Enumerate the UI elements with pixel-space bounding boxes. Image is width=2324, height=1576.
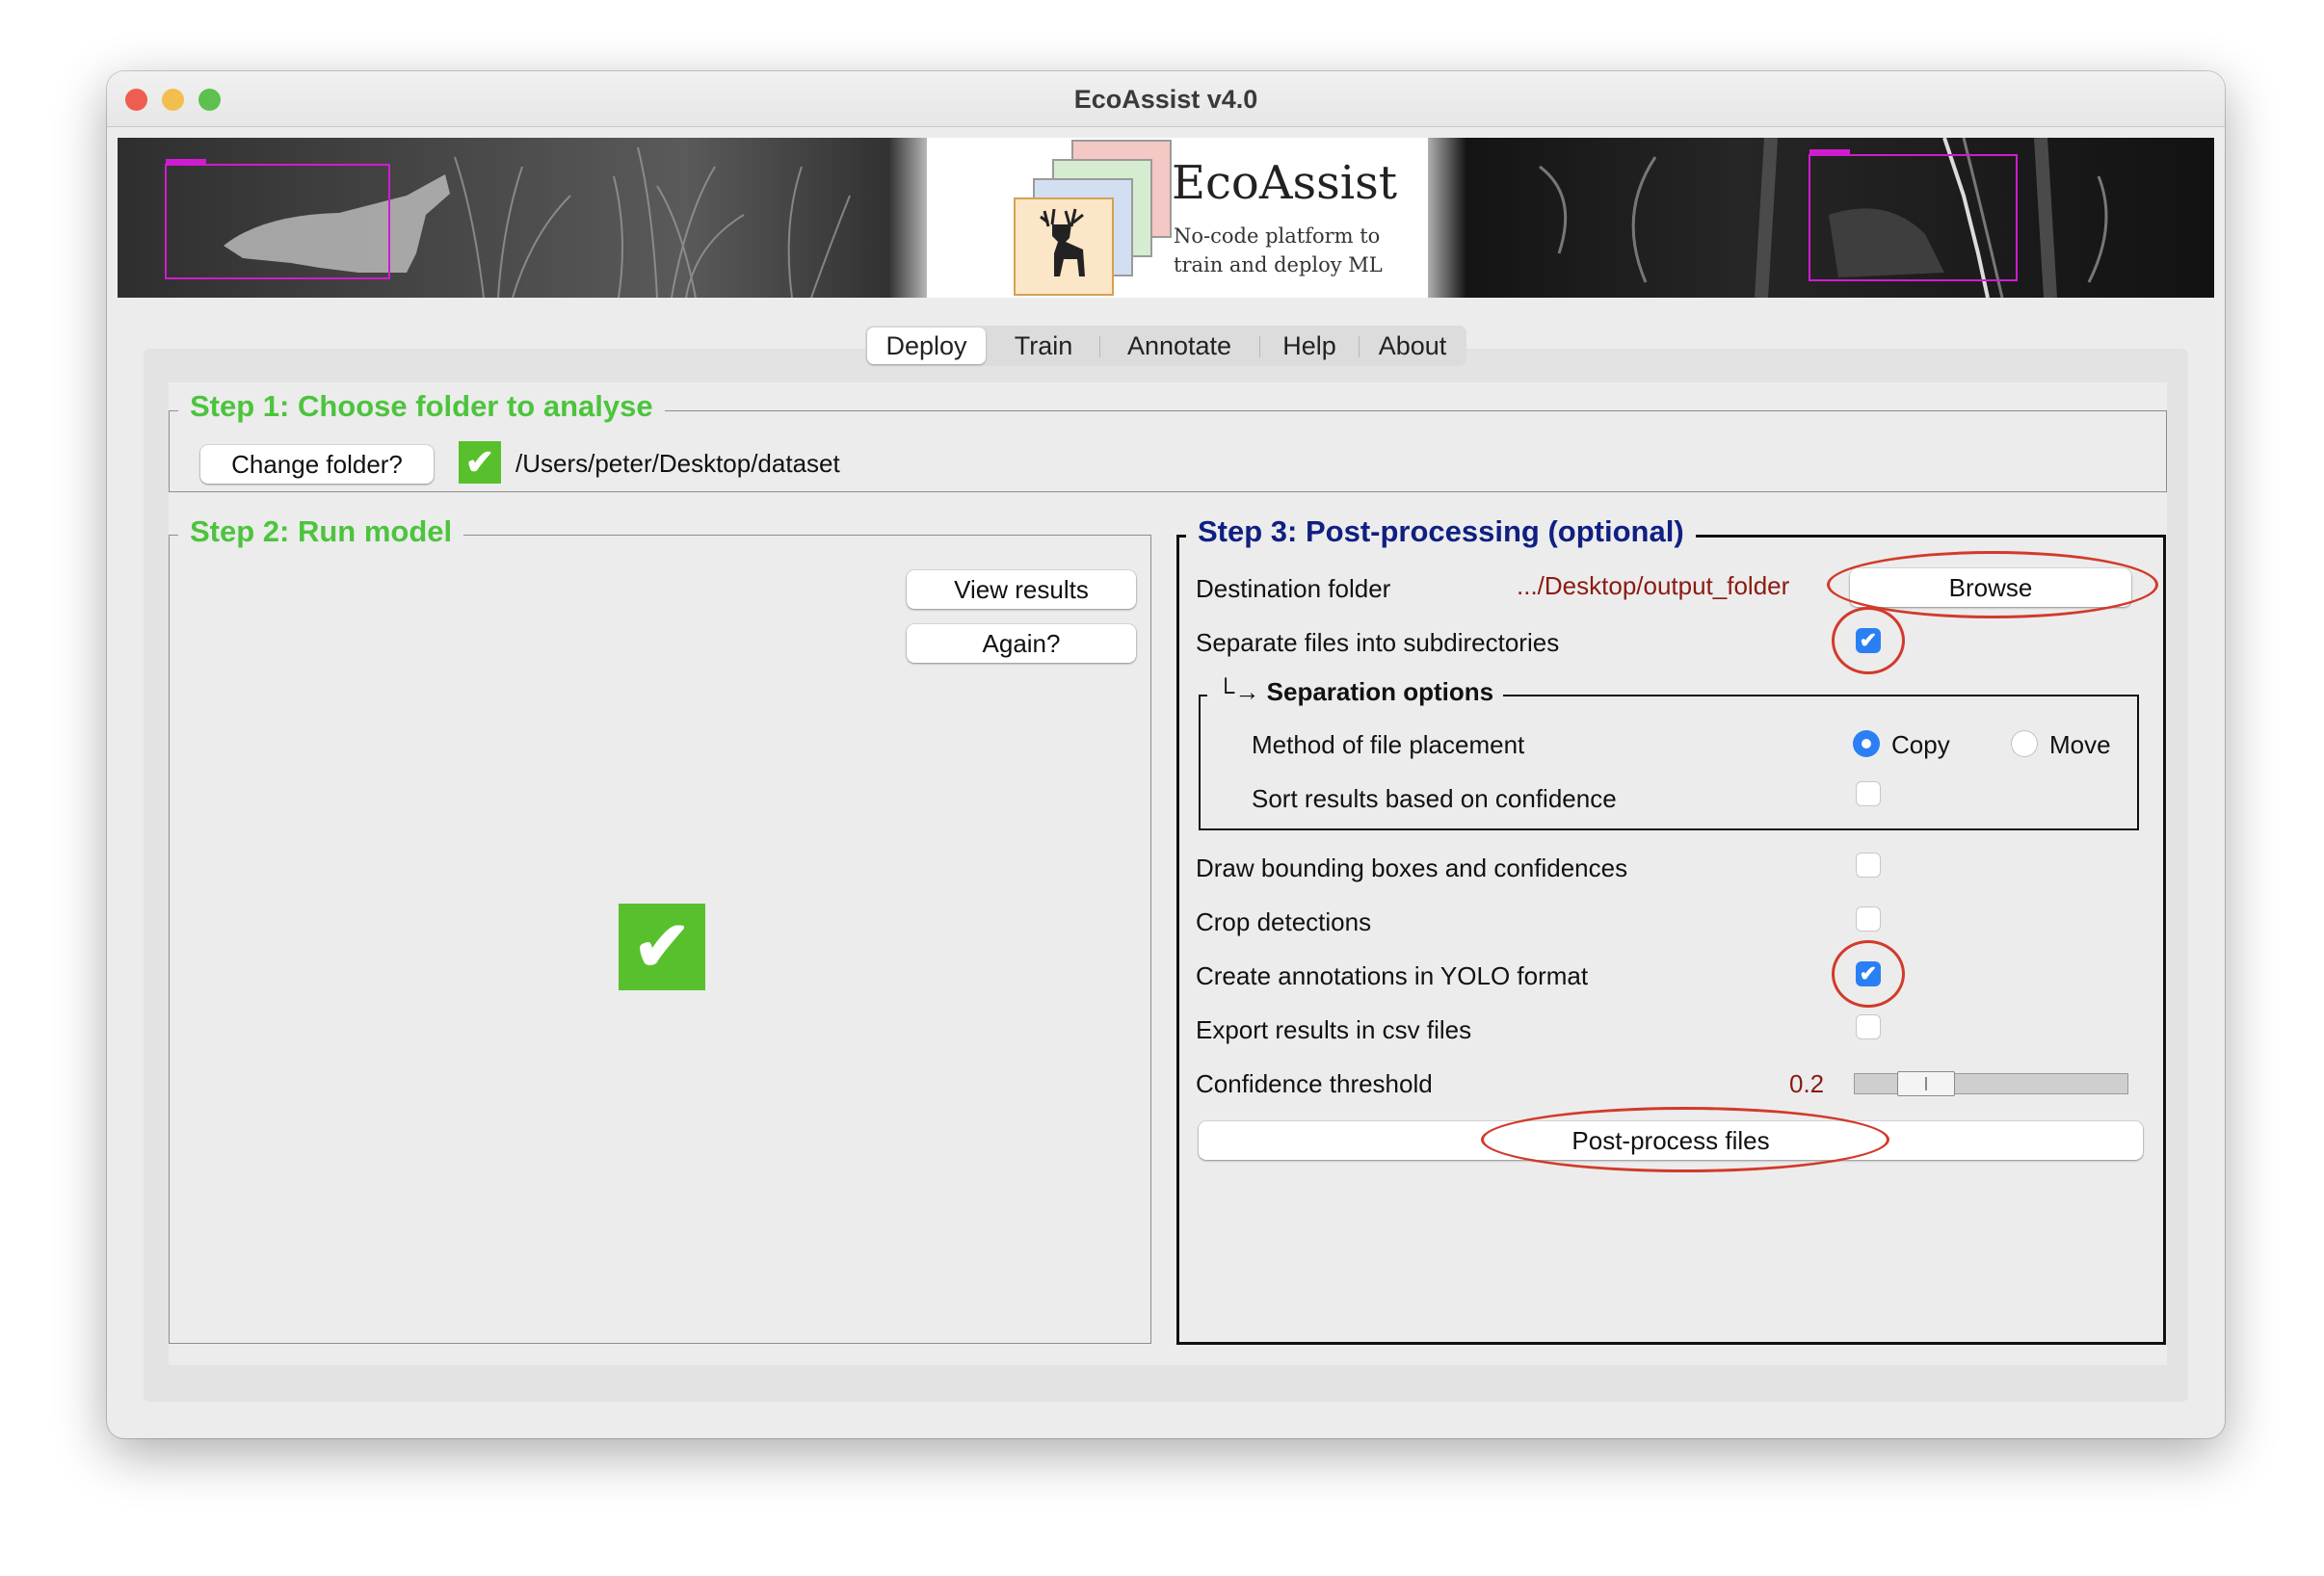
move-radio[interactable] [2011, 730, 2038, 757]
destination-folder-path: .../Desktop/output_folder [1517, 571, 1790, 600]
camera-trap-image-right [1424, 138, 2214, 298]
tab-bar: Deploy Train Annotate Help About [865, 326, 1466, 366]
tab-separator [1359, 336, 1360, 357]
brand-subtitle-line2: train and deploy ML [1174, 253, 1383, 276]
confidence-threshold-label: Confidence threshold [1196, 1069, 1433, 1098]
tab-separator [1259, 336, 1260, 357]
sort-confidence-checkbox[interactable] [1856, 781, 1881, 806]
camera-trap-image-left [118, 138, 927, 298]
again-button[interactable]: Again? [907, 624, 1136, 663]
app-window: EcoAssist v4.0 EcoAssist No-code platfor… [107, 71, 2225, 1438]
annotation-ellipse-postprocess [1481, 1107, 1889, 1172]
confidence-threshold-value: 0.2 [1789, 1069, 1825, 1098]
tab-help[interactable]: Help [1261, 326, 1358, 366]
yolo-annotations-label: Create annotations in YOLO format [1196, 961, 1589, 990]
step1-title: Step 1: Choose folder to analyse [178, 389, 665, 424]
separation-options-title: Separation options [1266, 677, 1494, 706]
view-results-button[interactable]: View results [907, 570, 1136, 609]
confidence-slider-track[interactable] [1854, 1073, 2128, 1094]
banner-fade-right [1409, 138, 1466, 298]
export-csv-label: Export results in csv files [1196, 1015, 1472, 1044]
change-folder-button[interactable]: Change folder? [200, 445, 434, 484]
crop-detections-label: Crop detections [1196, 907, 1372, 936]
deer-logo [1014, 197, 1114, 296]
banner-fade-left [888, 138, 946, 298]
slider-grip-icon [1925, 1077, 1927, 1090]
file-placement-label: Method of file placement [1252, 730, 1525, 759]
export-csv-checkbox[interactable] [1856, 1014, 1881, 1039]
sort-confidence-label: Sort results based on confidence [1252, 784, 1617, 813]
step3-title: Step 3: Post-processing (optional) [1186, 514, 1696, 549]
folder-path: /Users/peter/Desktop/dataset [515, 449, 840, 478]
corner-arrow-icon: └→ [1217, 677, 1260, 706]
window-title: EcoAssist v4.0 [1073, 85, 1258, 114]
tab-separator [1099, 336, 1100, 357]
draw-boxes-checkbox[interactable] [1856, 853, 1881, 878]
copy-radio[interactable] [1853, 730, 1880, 757]
tab-about[interactable]: About [1360, 326, 1465, 366]
banner: EcoAssist No-code platform to train and … [118, 138, 2214, 298]
destination-folder-label: Destination folder [1196, 574, 1391, 603]
forest-illustration [1539, 138, 2108, 298]
annotation-ellipse-separate [1832, 607, 1905, 674]
draw-boxes-label: Draw bounding boxes and confidences [1196, 854, 1628, 882]
brand-subtitle-line1: No-code platform to [1174, 224, 1381, 248]
move-radio-label[interactable]: Move [2049, 730, 2111, 760]
copy-radio-label[interactable]: Copy [1891, 730, 1950, 760]
folder-ok-check-icon: ✔ [459, 441, 501, 484]
tab-annotate[interactable]: Annotate [1101, 326, 1257, 366]
separate-files-label: Separate files into subdirectories [1196, 628, 1560, 657]
brand-title: EcoAssist [1172, 156, 1398, 210]
crop-detections-checkbox[interactable] [1856, 906, 1881, 932]
deer-icon [1040, 208, 1085, 276]
confidence-slider-thumb[interactable] [1897, 1071, 1955, 1096]
separation-options-title-wrap: └→ Separation options [1207, 677, 1504, 707]
tab-train[interactable]: Train [990, 326, 1097, 366]
step2-title: Step 2: Run model [178, 514, 464, 549]
annotation-ellipse-yolo [1832, 940, 1905, 1008]
title-bar: EcoAssist v4.0 [107, 71, 2225, 127]
grass-illustration [165, 146, 851, 298]
tab-deploy[interactable]: Deploy [867, 328, 986, 364]
model-done-check-icon: ✔ [619, 904, 705, 990]
